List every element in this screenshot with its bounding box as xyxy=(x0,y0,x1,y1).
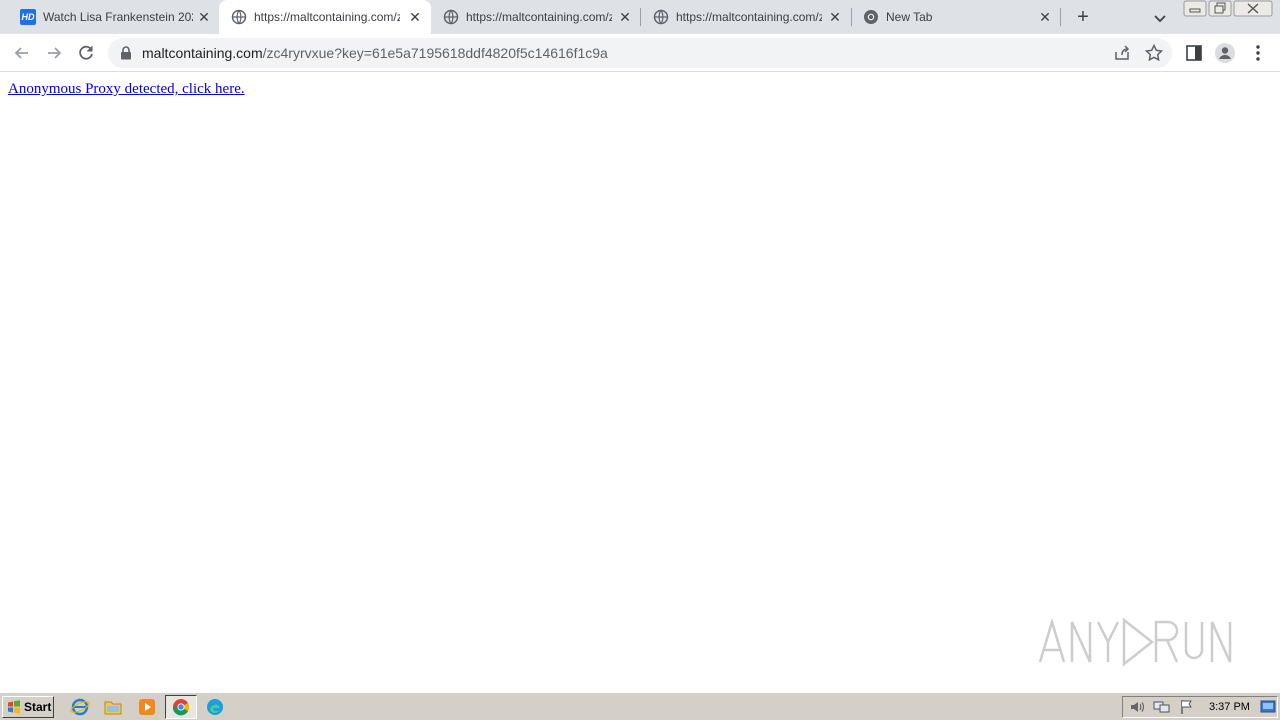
start-label: Start xyxy=(24,700,52,714)
show-desktop-icon[interactable] xyxy=(1260,700,1276,714)
chevron-down-icon[interactable] xyxy=(1150,8,1170,28)
action-center-flag-icon[interactable] xyxy=(1179,699,1195,715)
close-window-icon[interactable] xyxy=(1233,0,1273,18)
system-tray: 3:37 PM xyxy=(1122,696,1278,718)
hd-icon: HD xyxy=(20,9,36,25)
tab-watch-lisa-frankenstein[interactable]: HD Watch Lisa Frankenstein 2024 ✕ xyxy=(8,0,218,34)
close-icon[interactable]: ✕ xyxy=(617,9,633,25)
close-icon[interactable]: ✕ xyxy=(407,9,423,25)
file-explorer-folder-icon[interactable] xyxy=(103,697,123,717)
reload-icon[interactable] xyxy=(73,40,99,66)
clock[interactable]: 3:37 PM xyxy=(1209,701,1250,713)
volume-icon[interactable] xyxy=(1129,699,1145,715)
tab-maltcontaining-active[interactable]: https://maltcontaining.com/zc ✕ xyxy=(219,0,431,34)
taskbar-chrome-active[interactable] xyxy=(165,695,197,719)
tab-maltcontaining-3[interactable]: https://maltcontaining.com/zc ✕ xyxy=(641,0,851,34)
close-icon[interactable]: ✕ xyxy=(1037,9,1053,25)
tab-strip: HD Watch Lisa Frankenstein 2024 ✕ https:… xyxy=(0,0,1280,34)
restore-icon[interactable] xyxy=(1208,0,1232,18)
tab-maltcontaining-2[interactable]: https://maltcontaining.com/zc ✕ xyxy=(431,0,641,34)
tab-title: New Tab xyxy=(886,10,933,24)
forward-arrow-icon[interactable] xyxy=(41,40,67,66)
edge-icon[interactable] xyxy=(205,697,225,717)
share-icon[interactable] xyxy=(1112,43,1132,63)
url-text[interactable]: maltcontaining.com/zc4ryrvxue?key=61e5a7… xyxy=(142,45,608,61)
tab-title: Watch Lisa Frankenstein 2024 xyxy=(43,10,193,24)
new-tab-plus-icon[interactable]: + xyxy=(1071,6,1095,30)
back-arrow-icon[interactable] xyxy=(9,40,35,66)
globe-icon xyxy=(443,9,459,25)
url-path: /zc4ryrvxue?key=61e5a7195618ddf4820f5c14… xyxy=(262,45,608,61)
side-panel-icon[interactable] xyxy=(1183,42,1205,64)
media-player-icon[interactable] xyxy=(137,697,157,717)
proxy-detected-link[interactable]: Anonymous Proxy detected, click here. xyxy=(8,81,245,98)
internet-explorer-icon[interactable] xyxy=(70,697,90,717)
globe-icon xyxy=(231,9,247,25)
windows-taskbar: Start 3:37 PM xyxy=(0,692,1280,720)
chrome-icon xyxy=(172,699,190,716)
browser-toolbar: maltcontaining.com/zc4ryrvxue?key=61e5a7… xyxy=(0,34,1280,72)
address-bar[interactable]: maltcontaining.com/zc4ryrvxue?key=61e5a7… xyxy=(108,38,1172,68)
close-icon[interactable]: ✕ xyxy=(827,9,843,25)
bookmark-star-icon[interactable] xyxy=(1144,43,1164,63)
tab-new-tab[interactable]: New Tab ✕ xyxy=(851,0,1061,34)
tab-title: https://maltcontaining.com/zc xyxy=(676,10,822,24)
minimize-icon[interactable] xyxy=(1183,0,1207,18)
tab-separator xyxy=(1060,8,1061,26)
start-button[interactable]: Start xyxy=(2,696,54,718)
url-domain: maltcontaining.com xyxy=(142,45,263,61)
globe-icon xyxy=(653,9,669,25)
tab-title: https://maltcontaining.com/zc xyxy=(466,10,612,24)
menu-dots-icon[interactable] xyxy=(1247,42,1269,64)
tab-title: https://maltcontaining.com/zc xyxy=(254,10,400,24)
windows-logo-icon xyxy=(8,700,20,714)
profile-avatar-icon[interactable] xyxy=(1214,42,1236,64)
page-content: Anonymous Proxy detected, click here. xyxy=(0,72,1280,692)
close-icon[interactable]: ✕ xyxy=(196,9,212,25)
chrome-icon xyxy=(864,10,878,24)
anyrun-watermark-logo xyxy=(1038,617,1232,667)
lock-icon[interactable] xyxy=(120,46,132,60)
network-icon[interactable] xyxy=(1153,699,1171,715)
